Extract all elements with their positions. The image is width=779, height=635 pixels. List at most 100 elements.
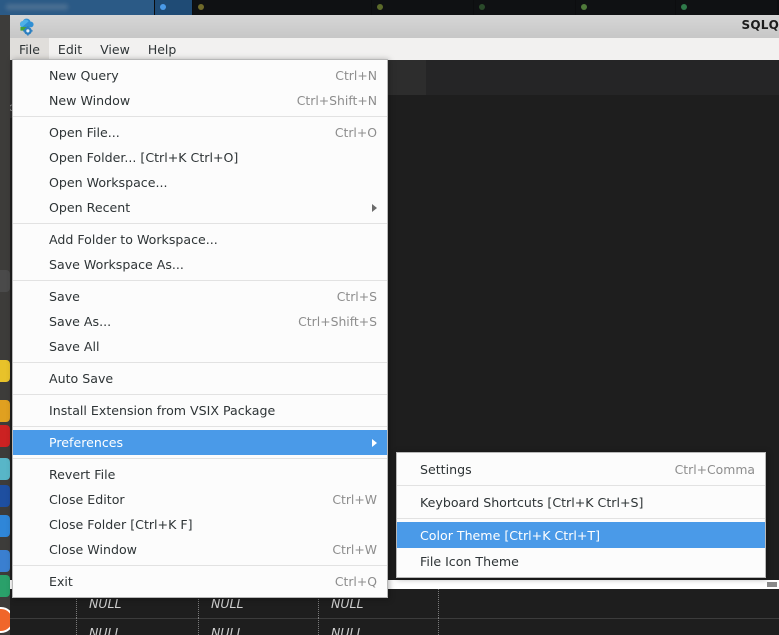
menu-item-label: Settings	[420, 461, 472, 477]
dock-icon-firefox[interactable]	[0, 607, 10, 633]
dock-icon-yellow[interactable]	[0, 360, 10, 382]
menu-item-label: Auto Save	[49, 371, 114, 386]
menu-item-label: Close Editor	[49, 492, 125, 507]
table-row[interactable]: NULL NULL NULL	[10, 618, 779, 635]
dock-icon-orange[interactable]	[0, 400, 10, 422]
taskbar-window-4[interactable]	[372, 0, 475, 15]
taskbar-window-7[interactable]	[676, 0, 778, 15]
dock-icon-arrow[interactable]	[0, 270, 10, 292]
menu-item-save[interactable]: Save Ctrl+S	[13, 284, 387, 309]
file-menu-popup: New Query Ctrl+N New Window Ctrl+Shift+N…	[12, 59, 388, 598]
chevron-right-icon	[372, 438, 377, 447]
taskbar-window-2[interactable]	[155, 0, 193, 15]
taskbar-label-blur	[6, 4, 68, 10]
menu-item-label: Open Folder... [Ctrl+K Ctrl+O]	[49, 150, 239, 165]
menu-separator	[13, 362, 387, 363]
menu-item-new-window[interactable]: New Window Ctrl+Shift+N	[13, 88, 387, 113]
menu-separator	[13, 426, 387, 427]
menu-item-preferences[interactable]: Preferences	[13, 430, 387, 455]
taskbar-icon	[160, 4, 167, 10]
taskbar-window-6[interactable]	[576, 0, 677, 15]
menu-separator	[13, 458, 387, 459]
menu-item-label: Exit	[49, 574, 73, 589]
taskbar-icon	[197, 4, 204, 10]
menubar-item-view[interactable]: View	[91, 38, 139, 60]
left-dock-strip	[0, 15, 10, 635]
dock-icon-green[interactable]	[0, 575, 10, 597]
menu-item-exit[interactable]: Exit Ctrl+Q	[13, 569, 387, 594]
menu-item-install-extension-from-vsix[interactable]: Install Extension from VSIX Package	[13, 398, 387, 423]
menu-item-keyboard-shortcuts[interactable]: Keyboard Shortcuts [Ctrl+K Ctrl+S]	[397, 489, 765, 515]
taskbar-icon	[479, 4, 486, 10]
grid-cell[interactable]	[10, 618, 77, 635]
menu-item-accelerator: Ctrl+O	[334, 125, 377, 140]
menu-separator	[13, 394, 387, 395]
menu-item-label: Save Workspace As...	[49, 257, 184, 272]
chevron-right-icon	[372, 203, 377, 212]
menu-item-open-workspace[interactable]: Open Workspace...	[13, 170, 387, 195]
menu-item-open-file[interactable]: Open File... Ctrl+O	[13, 120, 387, 145]
menu-separator	[13, 116, 387, 117]
menu-item-label: New Query	[49, 68, 119, 83]
menu-item-color-theme[interactable]: Color Theme [Ctrl+K Ctrl+T]	[397, 522, 765, 548]
dock-icon-red[interactable]	[0, 425, 10, 447]
grid-cell[interactable]: NULL	[319, 618, 439, 635]
grid-cell[interactable]: NULL	[77, 618, 199, 635]
menu-item-label: Close Folder [Ctrl+K F]	[49, 517, 193, 532]
dock-icon-blue2[interactable]	[0, 550, 10, 572]
dock-icon-blue-dark[interactable]	[0, 485, 10, 507]
menu-item-close-window[interactable]: Close Window Ctrl+W	[13, 537, 387, 562]
taskbar-window-1[interactable]	[0, 0, 156, 15]
menu-separator	[13, 565, 387, 566]
dock-icon-cyan[interactable]	[0, 458, 10, 480]
os-taskbar	[0, 0, 779, 15]
menu-item-accelerator: Ctrl+W	[332, 542, 377, 557]
menu-separator	[397, 485, 765, 486]
menubar-item-edit[interactable]: Edit	[49, 38, 91, 60]
taskbar-window-5[interactable]	[474, 0, 577, 15]
menu-item-auto-save[interactable]: Auto Save	[13, 366, 387, 391]
menu-item-accelerator: Ctrl+Q	[334, 574, 377, 589]
taskbar-icon	[581, 4, 588, 10]
menu-item-label: Save All	[49, 339, 100, 354]
menu-item-open-folder[interactable]: Open Folder... [Ctrl+K Ctrl+O]	[13, 145, 387, 170]
menu-separator	[397, 518, 765, 519]
menu-item-accelerator: Ctrl+Comma	[674, 461, 755, 477]
menu-item-save-all[interactable]: Save All	[13, 334, 387, 359]
dock-icon-blue[interactable]	[0, 515, 10, 537]
menu-item-label: Open File...	[49, 125, 120, 140]
menu-item-label: Open Recent	[49, 200, 131, 215]
window-title: SQLQ	[741, 18, 779, 32]
menu-item-new-query[interactable]: New Query Ctrl+N	[13, 63, 387, 88]
cloud-gear-icon	[19, 18, 34, 36]
taskbar-icon	[681, 4, 688, 10]
menu-item-accelerator: Ctrl+S	[336, 289, 377, 304]
menu-item-file-icon-theme[interactable]: File Icon Theme	[397, 548, 765, 574]
menu-item-accelerator: Ctrl+Shift+S	[298, 314, 377, 329]
menu-item-save-workspace-as[interactable]: Save Workspace As...	[13, 252, 387, 277]
menu-item-close-editor[interactable]: Close Editor Ctrl+W	[13, 487, 387, 512]
menu-bar: File Edit View Help	[10, 38, 779, 61]
menubar-item-help[interactable]: Help	[139, 38, 186, 60]
menu-item-accelerator: Ctrl+W	[332, 492, 377, 507]
menu-item-label: Color Theme [Ctrl+K Ctrl+T]	[420, 527, 601, 543]
menu-item-label: File Icon Theme	[420, 553, 519, 569]
menu-item-label: Revert File	[49, 467, 116, 482]
menu-item-label: Save	[49, 289, 80, 304]
menu-item-save-as[interactable]: Save As... Ctrl+Shift+S	[13, 309, 387, 334]
menu-item-close-folder[interactable]: Close Folder [Ctrl+K F]	[13, 512, 387, 537]
menu-item-label: New Window	[49, 93, 131, 108]
menubar-item-file[interactable]: File	[10, 38, 49, 60]
taskbar-icon	[377, 4, 384, 10]
grid-cell[interactable]: NULL	[199, 618, 319, 635]
menu-separator	[13, 223, 387, 224]
menu-item-accelerator: Ctrl+Shift+N	[296, 93, 377, 108]
taskbar-window-3[interactable]	[192, 0, 373, 15]
menu-item-label: Close Window	[49, 542, 137, 557]
menu-item-open-recent[interactable]: Open Recent	[13, 195, 387, 220]
menu-item-add-folder-to-workspace[interactable]: Add Folder to Workspace...	[13, 227, 387, 252]
menu-item-label: Add Folder to Workspace...	[49, 232, 218, 247]
horizontal-scrollbar[interactable]	[767, 582, 777, 587]
menu-item-settings[interactable]: Settings Ctrl+Comma	[397, 456, 765, 482]
menu-item-revert-file[interactable]: Revert File	[13, 462, 387, 487]
